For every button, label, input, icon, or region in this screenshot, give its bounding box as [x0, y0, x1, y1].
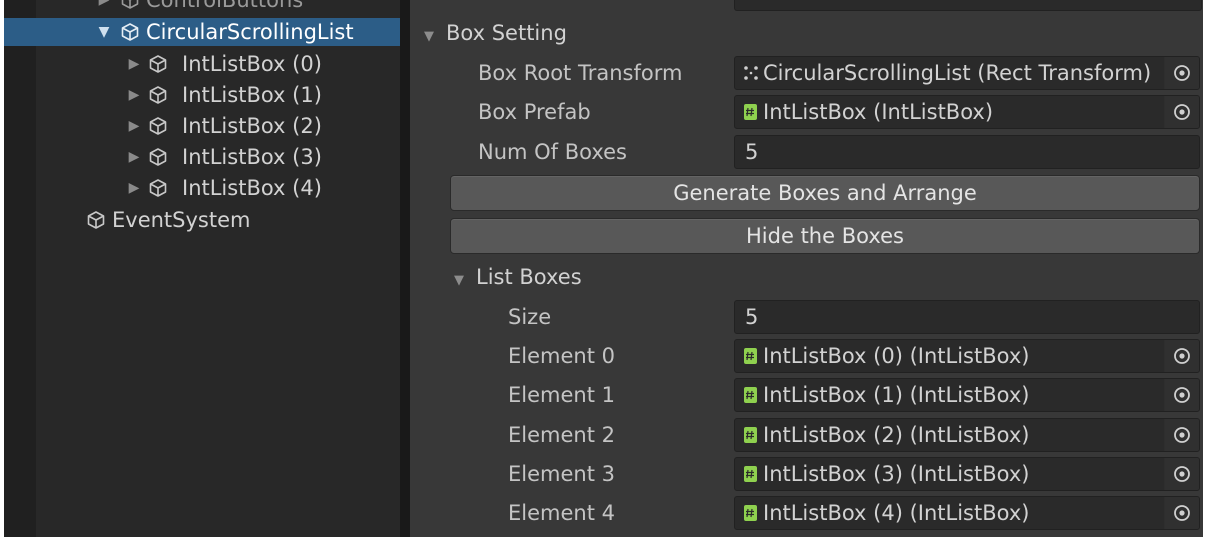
element-1-label: Element 1: [508, 383, 615, 407]
script-icon: [744, 505, 757, 521]
element-4-label: Element 4: [508, 501, 615, 525]
object-picker-button[interactable]: [1164, 419, 1199, 451]
object-field-value: IntListBox (1) (IntListBox): [763, 383, 1030, 407]
expand-arrow-icon[interactable]: ▶: [126, 112, 142, 140]
hierarchy-item-intlistbox-4[interactable]: ▶ IntListBox (4): [4, 174, 400, 202]
list-size-input[interactable]: 5: [734, 300, 1200, 334]
gameobject-cube-icon: [87, 211, 105, 229]
hierarchy-item-label: IntListBox (2): [182, 114, 322, 138]
gameobject-cube-icon: [149, 55, 167, 73]
box-prefab-field[interactable]: IntListBox (IntListBox): [734, 95, 1200, 129]
rect-transform-icon: [744, 66, 758, 80]
hierarchy-item-intlistbox-1[interactable]: ▶ IntListBox (1): [4, 81, 400, 109]
object-picker-icon: [1174, 104, 1190, 120]
gameobject-cube-icon: [149, 86, 167, 104]
object-field-text: IntListBox (3) (IntListBox): [743, 458, 1159, 490]
gameobject-cube-icon: [149, 117, 167, 135]
gameobject-cube-icon: [121, 23, 139, 41]
foldout-box-setting[interactable]: ▼ Box Setting: [424, 18, 567, 48]
foldout-list-boxes[interactable]: ▼ List Boxes: [454, 262, 582, 292]
object-picker-icon: [1174, 466, 1190, 482]
element-4-field[interactable]: IntListBox (4) (IntListBox): [734, 496, 1200, 530]
object-field-text: IntListBox (IntListBox): [743, 96, 1159, 128]
element-3-field[interactable]: IntListBox (3) (IntListBox): [734, 457, 1200, 491]
hierarchy-item-intlistbox-0[interactable]: ▶ IntListBox (0): [4, 50, 400, 78]
object-field-value: IntListBox (0) (IntListBox): [763, 344, 1030, 368]
script-icon: [744, 348, 757, 364]
hierarchy-item-label: IntListBox (0): [182, 52, 322, 76]
collapse-arrow-icon[interactable]: ▼: [96, 18, 112, 46]
box-root-transform-field[interactable]: CircularScrollingList (Rect Transform): [734, 56, 1200, 90]
object-picker-icon: [1174, 505, 1190, 521]
num-of-boxes-input[interactable]: 5: [734, 135, 1200, 169]
gameobject-cube-icon: [149, 179, 167, 197]
object-picker-icon: [1174, 348, 1190, 364]
hierarchy-item-intlistbox-3[interactable]: ▶ IntListBox (3): [4, 143, 400, 171]
object-field-text: IntListBox (0) (IntListBox): [743, 340, 1159, 372]
panel-splitter[interactable]: [400, 0, 410, 537]
object-field-text: IntListBox (4) (IntListBox): [743, 497, 1159, 529]
foldout-arrow-icon: ▼: [424, 29, 434, 44]
object-picker-button[interactable]: [1164, 340, 1199, 372]
foldout-arrow-icon: ▼: [454, 273, 464, 288]
hierarchy-item-intlistbox-2[interactable]: ▶ IntListBox (2): [4, 112, 400, 140]
num-of-boxes-label: Num Of Boxes: [478, 140, 627, 164]
box-prefab-label: Box Prefab: [478, 100, 591, 124]
hierarchy-item-label: CircularScrollingList: [146, 20, 354, 44]
element-3-label: Element 3: [508, 462, 615, 486]
script-icon: [744, 427, 757, 443]
object-field-value: IntListBox (2) (IntListBox): [763, 423, 1030, 447]
object-field-value: CircularScrollingList (Rect Transform): [763, 61, 1152, 85]
script-icon: [744, 104, 757, 120]
editor-frame: ▶ ControlButtons ▼ CircularScrollingList…: [4, 0, 1203, 537]
object-field-text: IntListBox (1) (IntListBox): [743, 379, 1159, 411]
num-of-boxes-value: 5: [745, 140, 759, 164]
hierarchy-item-label: EventSystem: [112, 208, 251, 232]
hierarchy-item-label: IntListBox (3): [182, 145, 322, 169]
hide-boxes-button[interactable]: Hide the Boxes: [450, 218, 1200, 254]
object-picker-button[interactable]: [1164, 458, 1199, 490]
element-1-field[interactable]: IntListBox (1) (IntListBox): [734, 378, 1200, 412]
hierarchy-item-circular-scrolling-list[interactable]: ▼ CircularScrollingList: [4, 18, 400, 46]
object-picker-icon: [1174, 387, 1190, 403]
object-picker-button[interactable]: [1164, 497, 1199, 529]
list-size-value: 5: [745, 305, 759, 329]
object-picker-button[interactable]: [1164, 96, 1199, 128]
cut-off-field: [734, 0, 1202, 11]
expand-arrow-icon[interactable]: ▶: [126, 174, 142, 202]
element-0-field[interactable]: IntListBox (0) (IntListBox): [734, 339, 1200, 373]
hierarchy-item-control-buttons[interactable]: ▶ ControlButtons: [4, 0, 400, 14]
hierarchy-item-label: IntListBox (4): [182, 176, 322, 200]
script-icon: [744, 387, 757, 403]
object-field-value: IntListBox (4) (IntListBox): [763, 501, 1030, 525]
generate-boxes-button[interactable]: Generate Boxes and Arrange: [450, 175, 1200, 211]
gameobject-cube-icon: [149, 148, 167, 166]
object-field-value: IntListBox (IntListBox): [763, 100, 994, 124]
object-picker-icon: [1174, 65, 1190, 81]
hierarchy-item-event-system[interactable]: EventSystem: [4, 206, 400, 234]
object-field-value: IntListBox (3) (IntListBox): [763, 462, 1030, 486]
gameobject-cube-icon: [121, 0, 139, 9]
foldout-label: List Boxes: [476, 265, 582, 289]
expand-arrow-icon[interactable]: ▶: [126, 81, 142, 109]
script-icon: [744, 466, 757, 482]
expand-arrow-icon[interactable]: ▶: [96, 0, 112, 14]
list-size-label: Size: [508, 305, 552, 329]
hierarchy-item-label: IntListBox (1): [182, 83, 322, 107]
foldout-label: Box Setting: [446, 21, 567, 45]
object-picker-button[interactable]: [1164, 379, 1199, 411]
hierarchy-item-label: ControlButtons: [146, 0, 304, 12]
hierarchy-panel: ▶ ControlButtons ▼ CircularScrollingList…: [4, 0, 400, 537]
box-root-transform-label: Box Root Transform: [478, 61, 683, 85]
expand-arrow-icon[interactable]: ▶: [126, 143, 142, 171]
object-picker-icon: [1174, 427, 1190, 443]
element-2-label: Element 2: [508, 423, 615, 447]
element-0-label: Element 0: [508, 344, 615, 368]
inspector-panel: ▼ Box Setting Box Root Transform Circular…: [410, 0, 1203, 537]
object-picker-button[interactable]: [1164, 57, 1199, 89]
object-field-text: CircularScrollingList (Rect Transform): [743, 57, 1159, 89]
element-2-field[interactable]: IntListBox (2) (IntListBox): [734, 418, 1200, 452]
object-field-text: IntListBox (2) (IntListBox): [743, 419, 1159, 451]
expand-arrow-icon[interactable]: ▶: [126, 50, 142, 78]
